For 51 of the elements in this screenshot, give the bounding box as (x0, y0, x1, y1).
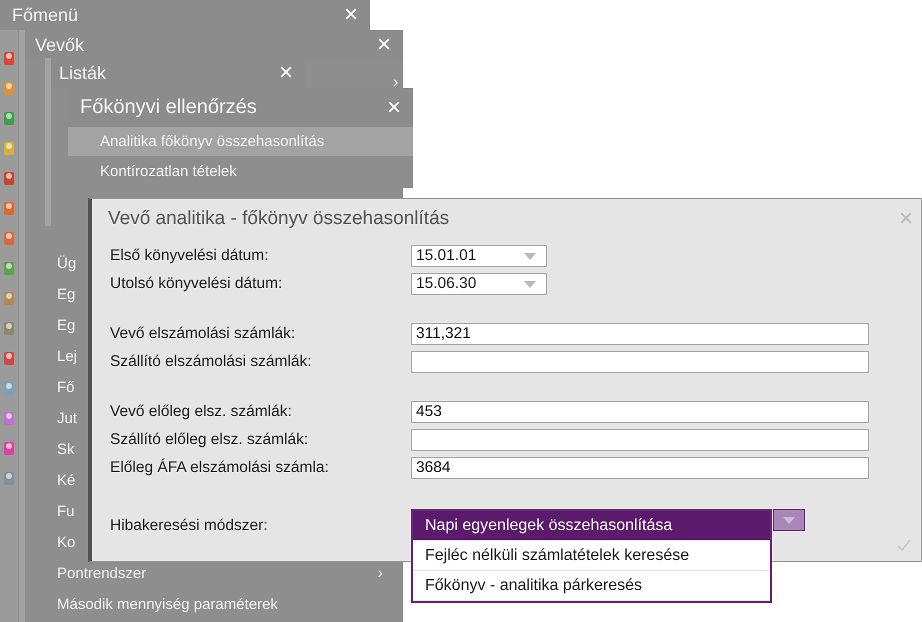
module-icon[interactable] (3, 110, 15, 127)
module-icon[interactable] (3, 230, 15, 247)
window-title: Listák (59, 62, 106, 84)
module-icon[interactable] (3, 200, 15, 217)
menu-item[interactable]: Kontírozatlan tételek (68, 156, 413, 187)
window-title: Vevők (35, 34, 84, 56)
module-icon[interactable] (3, 410, 15, 427)
input-field[interactable] (411, 429, 869, 451)
module-icon[interactable] (3, 380, 15, 397)
dropdown-icon (783, 516, 795, 524)
dialog-title: Vevő analitika - főkönyv összehasonlítás (108, 208, 450, 230)
field-label: Első könyvelési dátum: (110, 247, 270, 265)
dropdown-option[interactable]: Napi egyenlegek összehasonlítása (413, 511, 770, 541)
field-label: Hibakeresési módszer: (110, 517, 269, 535)
input-field[interactable]: 311,321 (411, 323, 869, 345)
input-field[interactable] (411, 351, 869, 373)
close-button[interactable]: × (276, 61, 295, 85)
module-icon[interactable] (3, 140, 15, 157)
window-title: Főkönyvi ellenőrzés (80, 96, 257, 119)
module-icon[interactable] (3, 50, 15, 67)
module-icon[interactable] (3, 260, 15, 277)
check-icon[interactable] (897, 539, 911, 551)
date-field[interactable]: 15.01.01 (411, 245, 547, 267)
dropdown-icon (524, 280, 536, 288)
input-field[interactable]: 3684 (411, 457, 869, 479)
field-label: Előleg ÁFA elszámolási számla: (110, 459, 330, 477)
input-field[interactable]: 453 (411, 401, 869, 423)
close-button[interactable]: × (374, 33, 393, 57)
module-icon[interactable] (3, 320, 15, 337)
module-icon[interactable] (3, 290, 15, 307)
field-label: Utolsó könyvelési dátum: (110, 275, 284, 293)
field-label: Szállító elszámolási számlák: (110, 353, 313, 371)
module-icon[interactable] (3, 350, 15, 367)
close-button[interactable]: × (384, 96, 403, 120)
field-label: Vevő előleg elsz. számlák: (110, 403, 293, 421)
field-label: Szállító előleg elsz. számlák: (110, 431, 310, 449)
dropdown-icon (524, 252, 536, 260)
menu-item[interactable]: Pontrendszer › (25, 558, 403, 589)
module-icon[interactable] (3, 80, 15, 97)
menu-item[interactable]: Analitika főkönyv összehasonlítás (68, 127, 413, 156)
module-icon[interactable] (3, 440, 15, 457)
window-title: Főmenü (12, 4, 78, 26)
submenu-arrow: › (393, 74, 398, 91)
module-icon[interactable] (3, 470, 15, 487)
close-button[interactable]: × (342, 3, 360, 27)
module-icon[interactable] (3, 170, 15, 187)
close-button[interactable]: × (898, 207, 913, 231)
menu-item[interactable]: Második mennyiség paraméterek (25, 589, 403, 620)
dropdown-button[interactable] (773, 509, 805, 531)
date-field[interactable]: 15.06.30 (411, 273, 547, 295)
field-label: Vevő elszámolási számlák: (110, 325, 296, 343)
